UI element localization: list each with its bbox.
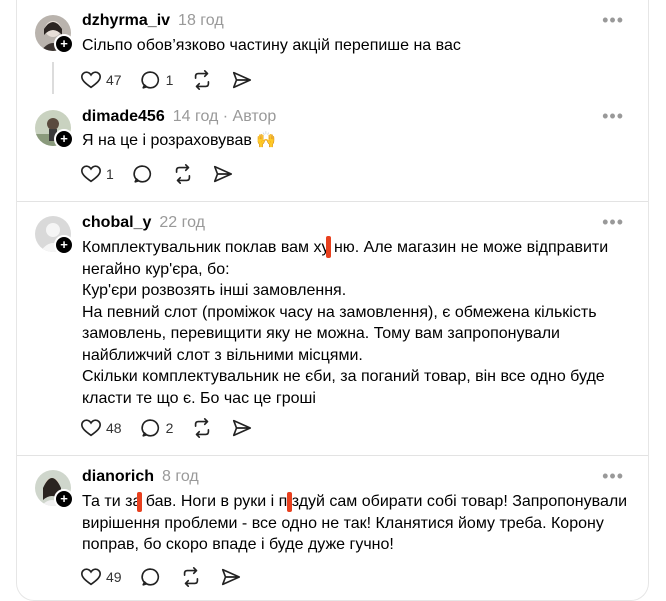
comment-actions: 1 — [80, 162, 252, 186]
reply-button[interactable] — [132, 162, 154, 186]
send-icon — [233, 71, 252, 89]
repost-icon — [195, 418, 210, 438]
reply-count: 2 — [165, 420, 174, 436]
comment-line: Сільпо обов’язково частину акцій перепиш… — [82, 37, 461, 54]
timestamp: 22 год — [159, 214, 205, 231]
comment-line: Скільки комплектувальник не єби, за пога… — [82, 368, 605, 385]
comment-header: chobal_y 22 год — [82, 214, 205, 232]
comment-line: негайно кур'єра, бо: — [82, 260, 230, 278]
comment-line: замовлень, перевищити яку не можна. Тому… — [82, 325, 560, 342]
redaction-mark — [287, 492, 292, 512]
reply-count: 1 — [165, 72, 174, 88]
heart-icon — [81, 165, 101, 183]
like-count: 49 — [106, 569, 122, 585]
like-button[interactable]: 47 — [80, 68, 122, 92]
like-button[interactable]: 1 — [80, 162, 114, 186]
comment-header: dzhyrma_iv 18 год — [82, 12, 224, 30]
repost-icon — [175, 164, 191, 184]
like-count: 48 — [106, 420, 122, 436]
heart-icon — [81, 71, 101, 89]
more-options-icon[interactable]: ••• — [602, 212, 624, 233]
timestamp: 8 год — [162, 468, 199, 485]
follow-plus-icon[interactable]: + — [54, 489, 74, 509]
repost-button[interactable] — [191, 416, 213, 440]
comment-header: dimade456 14 год · Автор — [82, 108, 276, 126]
like-button[interactable]: 48 — [80, 416, 122, 440]
send-icon — [233, 419, 252, 437]
reply-button[interactable] — [140, 565, 162, 589]
divider — [17, 201, 648, 202]
follow-plus-icon[interactable]: + — [54, 129, 74, 149]
reply-button[interactable]: 1 — [140, 68, 174, 92]
share-button[interactable] — [212, 162, 234, 186]
like-count: 47 — [106, 72, 122, 88]
thread-line — [52, 62, 54, 94]
comment-line: найближчий слот з вільними місцями. — [82, 346, 363, 364]
heart-icon — [81, 419, 101, 437]
username[interactable]: dimade456 — [82, 108, 165, 125]
comments-card: + dzhyrma_iv 18 год ••• Сільпо обов’язков… — [16, 0, 649, 601]
timestamp: 14 год — [172, 108, 219, 125]
timestamp: 18 год — [178, 12, 224, 29]
share-button[interactable] — [231, 68, 253, 92]
comment-icon — [140, 419, 159, 437]
comment-text: Сільпо обов’язково частину акцій перепиш… — [82, 35, 637, 57]
more-options-icon[interactable]: ••• — [602, 466, 624, 487]
comment-text: Я на це і розраховував 🙌 — [82, 130, 637, 152]
comment-line: поправ, бо скоро впаде і буде дуже гучно… — [82, 536, 394, 553]
comment-text: Комплектувальник поклав вам ху ню. Але м… — [82, 237, 637, 409]
username[interactable]: dzhyrma_iv — [82, 12, 170, 29]
username[interactable]: chobal_y — [82, 214, 151, 231]
repost-button[interactable] — [172, 162, 194, 186]
redaction-mark — [137, 492, 142, 512]
share-button[interactable] — [220, 565, 242, 589]
comment-text: Та ти за бав. Ноги в руки і п здуй сам о… — [82, 491, 637, 556]
comment-line: Комплектувальник поклав вам ху ню. Але м… — [82, 239, 609, 256]
comment-icon — [140, 71, 159, 89]
more-options-icon[interactable]: ••• — [602, 106, 624, 127]
comment-line: Кур'єри розвозять інші замовлення. — [82, 282, 347, 299]
comment-line: вирішення проблеми - все одно не так! Кл… — [82, 514, 604, 532]
repost-button[interactable] — [180, 565, 202, 589]
divider — [17, 455, 648, 456]
share-button[interactable] — [231, 416, 253, 440]
comment-line: Я на це і розраховував 🙌 — [82, 132, 277, 149]
follow-plus-icon[interactable]: + — [54, 34, 74, 54]
repost-icon — [195, 70, 210, 90]
comment-line: На певний слот (проміжок часу на замовле… — [82, 303, 597, 321]
send-icon — [213, 165, 232, 183]
username[interactable]: dianorich — [82, 468, 154, 485]
reply-button[interactable]: 2 — [140, 416, 174, 440]
comment-actions: 48 2 — [80, 416, 271, 440]
comment-header: dianorich 8 год — [82, 468, 199, 486]
comment-actions: 47 1 — [80, 68, 271, 92]
comment-line: класти те що є. Бо час це гроші — [82, 389, 316, 407]
redaction-mark — [326, 236, 331, 258]
follow-plus-icon[interactable]: + — [54, 235, 74, 255]
repost-button[interactable] — [191, 68, 213, 92]
author-badge: · Автор — [222, 108, 277, 125]
comment-line: Та ти за бав. Ноги в руки і п здуй сам о… — [82, 493, 628, 510]
comment-icon — [133, 165, 151, 183]
more-options-icon[interactable]: ••• — [602, 10, 624, 31]
like-count: 1 — [106, 166, 114, 182]
like-button[interactable]: 49 — [80, 565, 122, 589]
comment-actions: 49 — [80, 565, 260, 589]
